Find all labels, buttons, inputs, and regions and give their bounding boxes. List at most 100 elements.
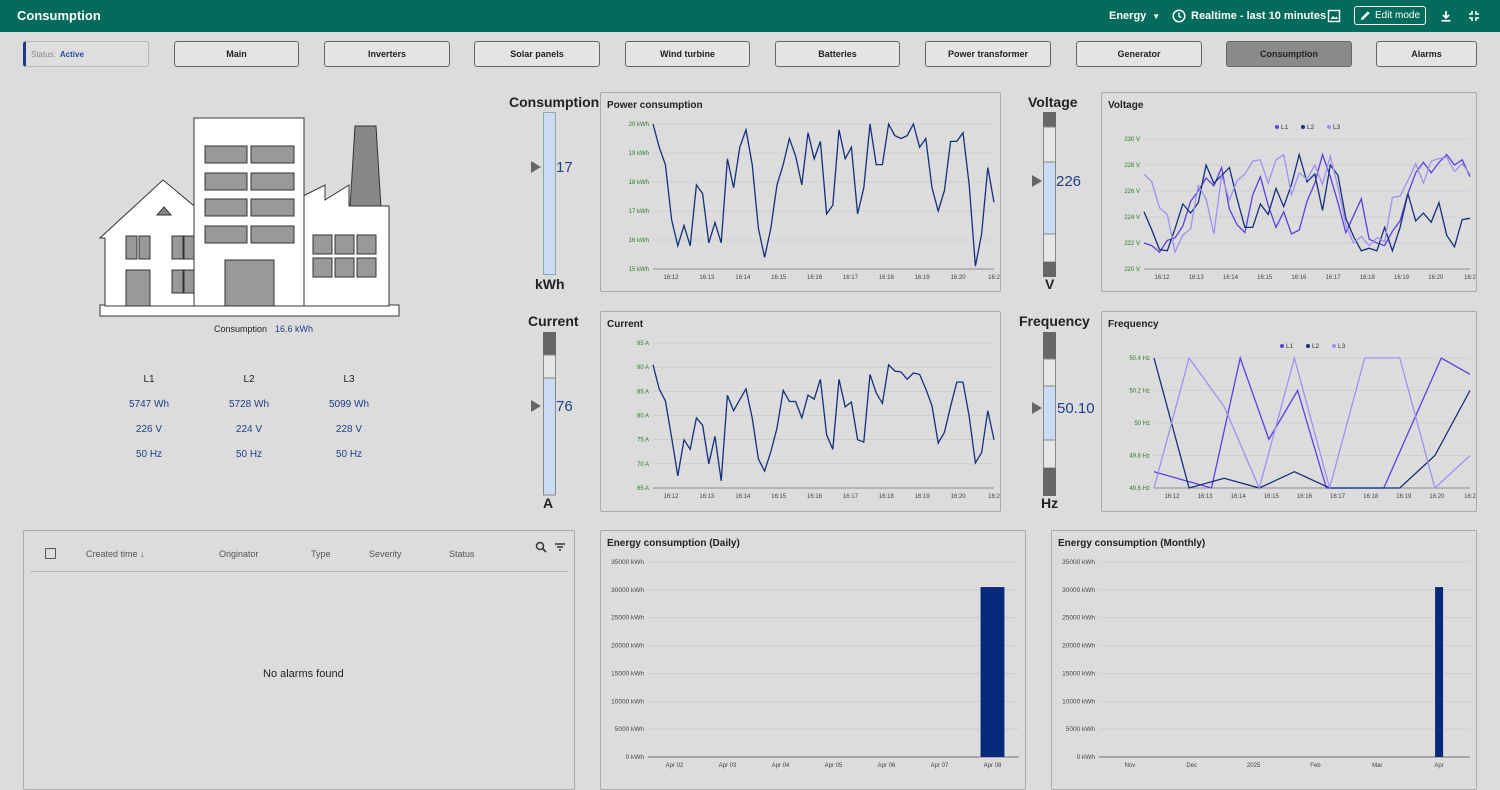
filter-icon[interactable]: [554, 541, 566, 553]
y-tick-label: 5000 kWh: [615, 726, 645, 733]
power-consumption-panel: Power consumption 15 kWh 16 kWh 17 kWh 18 k…: [600, 92, 1001, 292]
select-all-checkbox[interactable]: [45, 548, 56, 559]
y-tick-label: 30000 kWh: [1062, 587, 1095, 594]
edit-mode-label: Edit mode: [1374, 10, 1421, 21]
nav-button-consumption[interactable]: Consumption: [1226, 41, 1352, 67]
x-tick-label: 16:12: [663, 494, 679, 500]
current-gauge-pointer: [531, 400, 541, 412]
dashboard-select-label: Energy: [1109, 10, 1147, 22]
nav-button-generator[interactable]: Generator: [1076, 41, 1202, 67]
x-tick-label: 16:14: [1231, 494, 1247, 500]
fullscreen-widget-button[interactable]: [1327, 0, 1341, 32]
x-tick-label: 16:13: [699, 275, 715, 281]
phase-freq: 50 Hz: [335, 449, 363, 460]
legend-label: L3: [1338, 343, 1346, 350]
x-tick-label: 16:18: [1360, 275, 1376, 281]
current-gauge-value: 76: [556, 398, 573, 415]
phase-name: L2: [243, 374, 255, 385]
alarm-column-header[interactable]: Originator: [219, 549, 259, 559]
legend-marker: [1280, 344, 1284, 348]
timewindow-button[interactable]: Realtime - last 10 minutes: [1172, 0, 1326, 32]
bar: [1435, 587, 1444, 757]
y-tick-label: 95 A: [637, 341, 649, 347]
y-tick-label: 50 Hz: [1134, 421, 1150, 427]
x-tick-label: 16:13: [699, 494, 715, 500]
y-tick-label: 220 V: [1124, 267, 1140, 273]
y-tick-label: 15 kWh: [629, 267, 649, 273]
x-tick-label: Mar: [1372, 763, 1382, 769]
x-tick-label: 16:2: [1464, 494, 1476, 500]
exit-fullscreen-button[interactable]: [1468, 0, 1480, 32]
frequency-gauge-value: 50.10: [1057, 400, 1095, 417]
x-tick-label: 16:2: [988, 494, 1000, 500]
phase-voltage: 228 V: [335, 424, 363, 435]
x-tick-label: Dec: [1186, 763, 1197, 769]
y-tick-label: 222 V: [1124, 241, 1140, 247]
bar: [980, 587, 1005, 757]
frequency-panel: Frequency 49.6 Hz 49.8 Hz 50 Hz 50.2 Hz 50.4…: [1101, 311, 1477, 512]
y-tick-label: 65 A: [637, 486, 649, 492]
dashboard-title: Consumption: [17, 8, 101, 23]
x-tick-label: Apr 04: [772, 763, 790, 769]
x-tick-label: 16:20: [1428, 275, 1444, 281]
phase-freq: 50 Hz: [235, 449, 263, 460]
clock-icon: [1172, 9, 1186, 23]
x-tick-label: 16:17: [1330, 494, 1346, 500]
nav-button-wind-turbine[interactable]: Wind turbine: [625, 41, 750, 67]
x-tick-label: 16:15: [1264, 494, 1280, 500]
nav-button-power-transformer[interactable]: Power transformer: [925, 41, 1051, 67]
alarm-column-header[interactable]: Status: [449, 549, 475, 559]
alarms-panel: Created time ↓ Originator Type Severity Stat…: [23, 530, 575, 790]
legend-marker: [1332, 344, 1336, 348]
y-tick-label: 224 V: [1124, 215, 1140, 221]
frequency-gauge-bar: [1043, 332, 1056, 496]
current-panel: Current 65 A 70 A 75 A 80 A 85 A 90 A 95 A 16:1…: [600, 311, 1001, 512]
phase-voltage: 224 V: [235, 424, 263, 435]
y-tick-label: 228 V: [1124, 163, 1140, 169]
x-tick-label: Apr 06: [878, 763, 896, 769]
x-tick-label: 16:17: [1326, 275, 1342, 281]
alarm-column-header[interactable]: Severity: [369, 549, 402, 559]
dashboard-select[interactable]: Energy ▼: [1109, 0, 1160, 32]
legend-label: L2: [1312, 343, 1320, 350]
y-tick-label: 10000 kWh: [611, 698, 644, 705]
y-tick-label: 16 kWh: [629, 238, 649, 244]
voltage-panel: Voltage 220 V 222 V 224 V 226 V 228 V 230 V 16…: [1101, 92, 1477, 292]
phase-freq: 50 Hz: [135, 449, 163, 460]
x-tick-label: 16:19: [1396, 494, 1412, 500]
nav-button-main[interactable]: Main: [174, 41, 299, 67]
search-icon[interactable]: [535, 541, 547, 553]
x-tick-label: 16:13: [1189, 275, 1205, 281]
alarm-column-header[interactable]: Type: [311, 549, 331, 559]
y-tick-label: 20000 kWh: [1062, 643, 1095, 650]
x-tick-label: 16:16: [807, 275, 823, 281]
y-tick-label: 19 kWh: [629, 151, 649, 157]
nav-button-inverters[interactable]: Inverters: [324, 41, 450, 67]
series-line-l1: [1143, 152, 1471, 254]
x-tick-label: 16:15: [771, 275, 787, 281]
phase-name: L3: [343, 374, 355, 385]
x-tick-label: Apr 05: [825, 763, 843, 769]
legend-label: L1: [1281, 124, 1289, 131]
x-tick-label: 16:14: [1223, 275, 1239, 281]
daily-energy-panel: Energy consumption (Daily) 0 kWh 5000 kWh…: [600, 530, 1026, 790]
nav-button-batteries[interactable]: Batteries: [775, 41, 900, 67]
y-tick-label: 35000 kWh: [1062, 559, 1095, 566]
y-tick-label: 49.8 Hz: [1129, 454, 1150, 460]
download-button[interactable]: [1440, 0, 1452, 32]
x-tick-label: Apr 03: [719, 763, 737, 769]
factory-consumption-label: Consumption 16.6 kWh: [214, 324, 313, 334]
frequency-chart: 49.6 Hz 49.8 Hz 50 Hz 50.2 Hz 50.4 Hz 16:12 16…: [1129, 343, 1476, 500]
alarm-column-header[interactable]: Created time ↓: [86, 549, 145, 559]
nav-button-solar-panels[interactable]: Solar panels: [474, 41, 600, 67]
edit-mode-button[interactable]: Edit mode: [1354, 6, 1426, 25]
frequency-gauge-title: Frequency: [1019, 313, 1090, 329]
top-bar: Consumption Energy ▼ Realtime - last 10 …: [0, 0, 1500, 32]
factory-consumption-caption: Consumption: [214, 324, 268, 334]
y-tick-label: 17 kWh: [629, 209, 649, 215]
nav-button-alarms[interactable]: Alarms: [1376, 41, 1477, 67]
legend-marker: [1306, 344, 1310, 348]
y-tick-label: 10000 kWh: [1062, 698, 1095, 705]
x-tick-label: Apr 02: [666, 763, 684, 769]
y-tick-label: 5000 kWh: [1066, 726, 1096, 733]
